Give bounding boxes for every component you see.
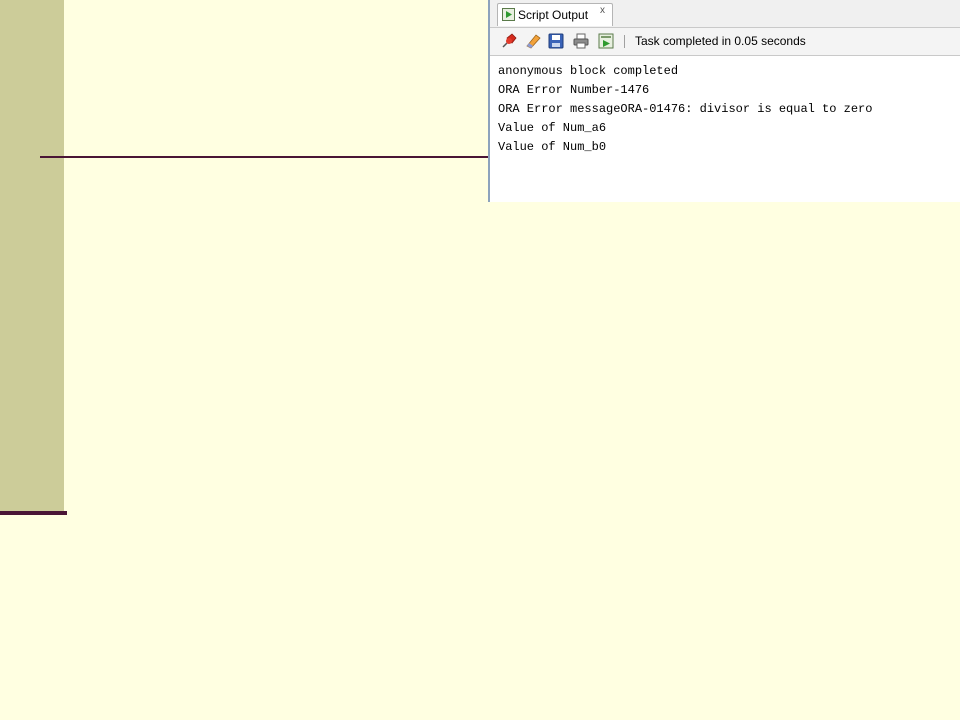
toolbar-separator (624, 35, 625, 48)
output-toolbar: Task completed in 0.05 seconds (490, 28, 960, 56)
output-line: Value of Num_a6 (498, 121, 607, 135)
save-icon[interactable] (547, 32, 565, 50)
script-output-panel: Script Output x Task completed in 0.05 s… (488, 0, 960, 202)
close-icon[interactable]: x (600, 5, 605, 16)
output-line: ORA Error messageORA-01476: divisor is e… (498, 102, 873, 116)
output-line: Value of Num_b0 (498, 140, 607, 154)
left-bar-underline (0, 511, 67, 515)
tab-script-output[interactable]: Script Output x (497, 3, 613, 26)
run-output-icon[interactable] (597, 32, 615, 50)
output-text-area[interactable]: anonymous block completed ORA Error Numb… (498, 62, 958, 198)
tab-strip: Script Output x (490, 0, 960, 28)
status-text: Task completed in 0.05 seconds (635, 34, 806, 48)
tab-label: Script Output (518, 8, 589, 22)
pin-icon[interactable] (500, 32, 518, 50)
script-output-icon (502, 8, 515, 21)
title-divider-line (40, 156, 490, 158)
slide: Script Output x Task completed in 0.05 s… (0, 0, 960, 720)
left-accent-bar (0, 0, 64, 512)
output-line: anonymous block completed (498, 64, 679, 78)
eraser-icon[interactable] (524, 32, 542, 50)
print-icon[interactable] (572, 32, 590, 50)
output-line: ORA Error Number-1476 (498, 83, 650, 97)
